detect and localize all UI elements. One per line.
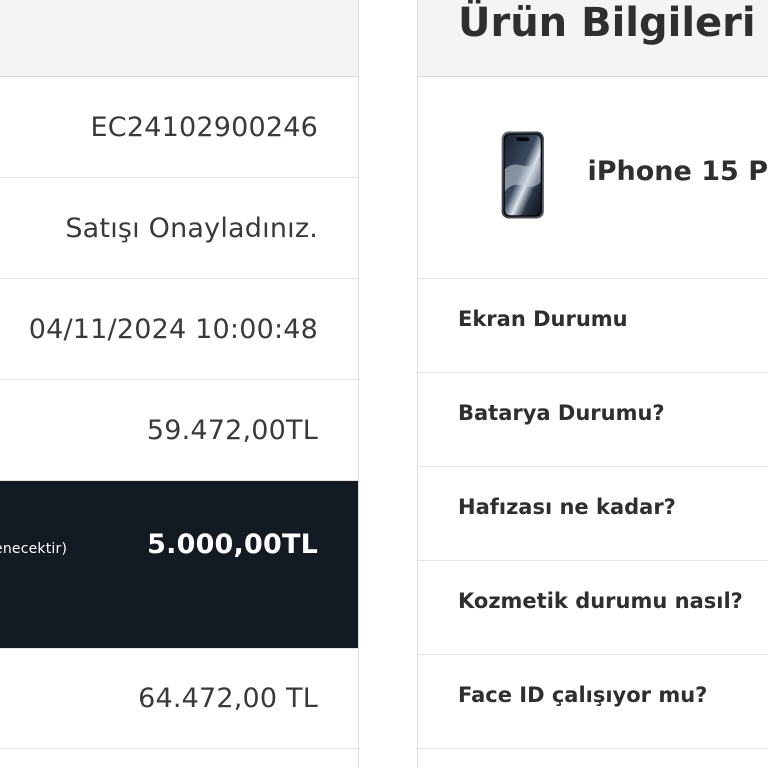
order-summary-panel: EC24102900246 Satışı Onayladınız. 04/11/… <box>0 0 359 768</box>
price-value: 59.472,00TL <box>146 414 318 446</box>
product-info-title: Ürün Bilgileri <box>458 0 756 46</box>
bonus-row: enecektir) 5.000,00TL <box>0 481 358 649</box>
product-name: iPhone 15 P <box>587 156 768 187</box>
page: EC24102900246 Satışı Onayladınız. 04/11/… <box>0 0 768 768</box>
bonus-amount: 5.000,00TL <box>147 529 318 560</box>
order-summary-header <box>0 0 358 77</box>
product-row: iPhone 15 P <box>418 77 768 279</box>
total-value: 64.472,00 TL <box>138 683 318 714</box>
question-row: Ekran Durumu <box>418 279 768 373</box>
datetime-value: 04/11/2024 10:00:48 <box>28 313 318 345</box>
total-row: 64.472,00 TL <box>0 649 358 749</box>
question-label: Face ID çalışıyor mu? <box>458 683 708 707</box>
bonus-note: enecektir) <box>0 541 68 557</box>
datetime-row: 04/11/2024 10:00:48 <box>0 279 358 380</box>
product-info-panel: Ürün Bilgileri iPhone 15 P Ekran Durumu … <box>417 0 768 768</box>
question-row: Face ID çalışıyor mu? <box>418 655 768 749</box>
question-label: Batarya Durumu? <box>458 401 665 425</box>
iphone-icon <box>501 131 544 218</box>
status-value: Satışı Onayladınız. <box>65 212 318 244</box>
question-label: Kozmetik durumu nasıl? <box>458 589 743 613</box>
question-row: Hafızası ne kadar? <box>418 467 768 561</box>
question-label: Ekran Durumu <box>458 307 628 331</box>
order-code-row: EC24102900246 <box>0 77 358 178</box>
price-row: 59.472,00TL <box>0 380 358 481</box>
question-label: Hafızası ne kadar? <box>458 495 676 519</box>
order-code-value: EC24102900246 <box>90 111 318 143</box>
status-row: Satışı Onayladınız. <box>0 178 358 279</box>
question-row: Batarya Durumu? <box>418 373 768 467</box>
question-row: Kozmetik durumu nasıl? <box>418 561 768 655</box>
product-info-header: Ürün Bilgileri <box>418 0 768 77</box>
